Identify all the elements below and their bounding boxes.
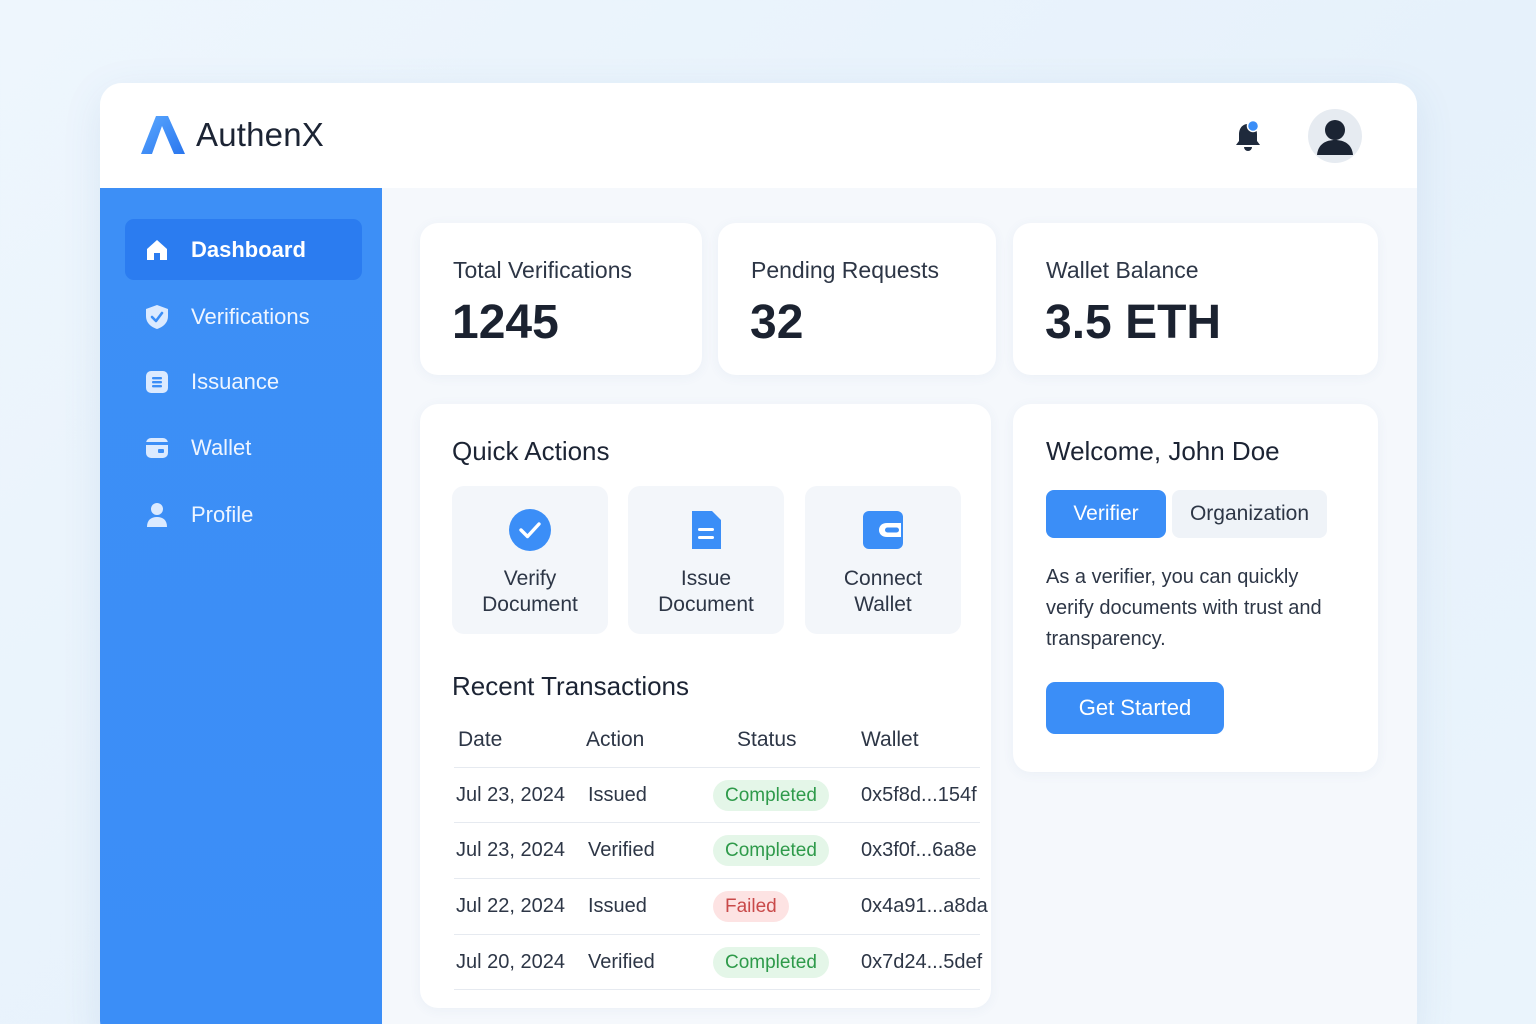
tx-wallet: 0x3f0f...6a8e: [861, 839, 977, 861]
stat-value: 32: [750, 296, 804, 349]
check-circle-icon: [509, 509, 551, 551]
status-badge: Completed: [713, 947, 829, 978]
document-icon: [692, 511, 721, 549]
logo-icon: [141, 116, 185, 154]
table-row[interactable]: Jul 20, 2024 Verified Completed 0x7d24..…: [454, 934, 983, 990]
connect-wallet-button[interactable]: Connect Wallet: [805, 486, 961, 634]
role-toggle-verifier[interactable]: Verifier: [1046, 490, 1166, 538]
tx-wallet: 0x5f8d...154f: [861, 784, 977, 806]
sidebar-item-wallet[interactable]: Wallet: [125, 417, 362, 478]
table-row[interactable]: Jul 22, 2024 Issued Failed 0x4a91...a8da: [454, 878, 988, 934]
column-header-status: Status: [737, 728, 797, 751]
stat-card-total-verifications: Total Verifications 1245: [420, 223, 702, 375]
column-header-wallet: Wallet: [861, 728, 919, 751]
tx-wallet: 0x4a91...a8da: [861, 895, 988, 917]
get-started-button[interactable]: Get Started: [1046, 682, 1224, 734]
user-avatar-icon: [1317, 120, 1353, 155]
top-bar: AuthenX: [100, 83, 1417, 188]
shield-check-icon: [144, 304, 170, 330]
tx-action: Verified: [588, 951, 655, 973]
stat-label: Total Verifications: [453, 257, 632, 283]
tx-action: Issued: [588, 784, 647, 806]
tx-action: Issued: [588, 895, 647, 917]
sidebar-item-label: Verifications: [191, 303, 310, 329]
tx-date: Jul 23, 2024: [456, 784, 565, 806]
home-icon: [144, 237, 170, 263]
app-name: AuthenX: [196, 116, 325, 153]
sidebar-item-label: Dashboard: [191, 236, 306, 262]
sidebar-item-label: Issuance: [191, 368, 280, 394]
user-avatar[interactable]: [1308, 109, 1362, 163]
qa-label: Connect Wallet: [843, 567, 923, 616]
tx-date: Jul 20, 2024: [456, 951, 565, 973]
stat-label: Wallet Balance: [1046, 257, 1199, 283]
stat-value: 3.5 ETH: [1045, 296, 1222, 349]
status-badge: Completed: [713, 835, 829, 866]
welcome-title: Welcome, John Doe: [1046, 436, 1280, 466]
sidebar-item-label: Wallet: [191, 434, 252, 460]
role-toggle-organization[interactable]: Organization: [1172, 490, 1327, 538]
wallet-icon: [144, 435, 170, 461]
sidebar-item-issuance[interactable]: Issuance: [125, 351, 362, 412]
table-row[interactable]: Jul 23, 2024 Issued Completed 0x5f8d...1…: [454, 767, 980, 823]
qa-label: Verify Document: [482, 567, 578, 616]
stat-label: Pending Requests: [751, 257, 939, 283]
qa-label: Issue Document: [658, 567, 754, 616]
column-header-action: Action: [586, 728, 645, 751]
document-list-icon: [144, 369, 170, 395]
status-badge: Failed: [713, 891, 789, 922]
sidebar-item-profile[interactable]: Profile: [125, 484, 362, 545]
verify-document-button[interactable]: Verify Document: [452, 486, 608, 634]
tx-date: Jul 23, 2024: [456, 839, 565, 861]
stat-card-wallet-balance: Wallet Balance 3.5 ETH: [1013, 223, 1378, 375]
sidebar-item-label: Profile: [191, 501, 254, 527]
wallet-icon: [863, 511, 903, 549]
welcome-description: As a verifier, you can quickly verify do…: [1046, 566, 1322, 650]
quick-actions-title: Quick Actions: [452, 436, 610, 466]
sidebar-item-dashboard[interactable]: Dashboard: [125, 219, 362, 280]
status-badge: Completed: [713, 780, 829, 811]
sidebar-item-verifications[interactable]: Verifications: [125, 286, 362, 347]
bell-icon[interactable]: [1233, 120, 1263, 154]
tx-wallet: 0x7d24...5def: [861, 951, 983, 973]
sidebar: Dashboard Verifications Issuance Wallet …: [100, 188, 382, 1024]
stat-card-pending-requests: Pending Requests 32: [718, 223, 996, 375]
user-icon: [144, 502, 170, 528]
brand[interactable]: AuthenX: [141, 116, 324, 154]
welcome-card: Welcome, John Doe Verifier Organization …: [1013, 404, 1378, 772]
tx-action: Verified: [588, 839, 655, 861]
quick-actions-card: Quick Actions Verify Document Issue Docu…: [420, 404, 991, 1008]
tx-date: Jul 22, 2024: [456, 895, 565, 917]
app-window: AuthenX Dashboard Verifications Issuance…: [100, 83, 1417, 1024]
issue-document-button[interactable]: Issue Document: [628, 486, 784, 634]
stat-value: 1245: [452, 296, 559, 349]
table-row[interactable]: Jul 23, 2024 Verified Completed 0x3f0f..…: [454, 822, 980, 878]
recent-transactions-title: Recent Transactions: [452, 671, 690, 701]
column-header-date: Date: [458, 728, 503, 751]
